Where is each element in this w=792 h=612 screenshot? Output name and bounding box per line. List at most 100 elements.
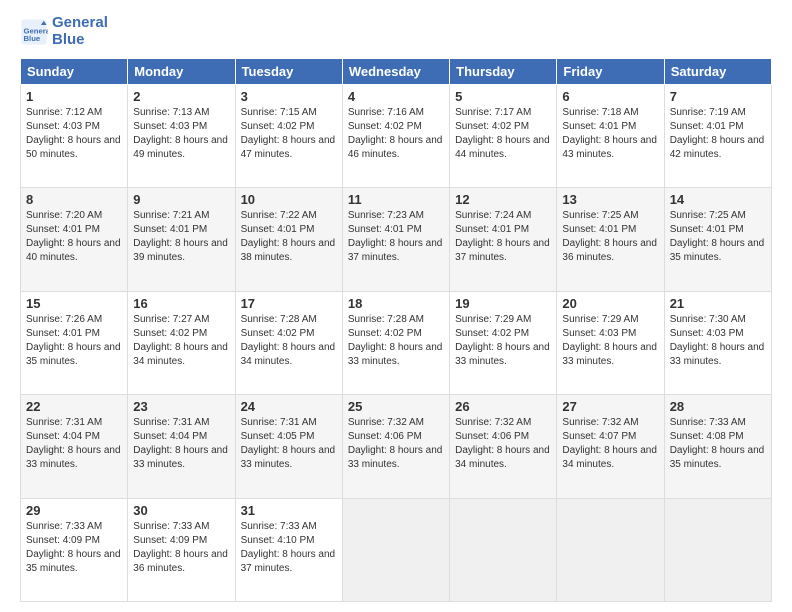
day-info: Sunrise: 7:33 AM Sunset: 4:08 PM Dayligh… xyxy=(670,416,766,472)
day-info: Sunrise: 7:31 AM Sunset: 4:05 PM Dayligh… xyxy=(241,416,337,472)
day-info: Sunrise: 7:24 AM Sunset: 4:01 PM Dayligh… xyxy=(455,209,551,265)
day-info: Sunrise: 7:28 AM Sunset: 4:02 PM Dayligh… xyxy=(241,313,337,369)
day-number: 18 xyxy=(348,296,444,311)
day-info: Sunrise: 7:29 AM Sunset: 4:03 PM Dayligh… xyxy=(562,313,658,369)
day-number: 10 xyxy=(241,192,337,207)
empty-cell xyxy=(664,498,771,601)
day-info: Sunrise: 7:32 AM Sunset: 4:06 PM Dayligh… xyxy=(455,416,551,472)
col-tuesday: Tuesday xyxy=(235,59,342,85)
day-number: 24 xyxy=(241,399,337,414)
col-friday: Friday xyxy=(557,59,664,85)
day-cell-19: 19 Sunrise: 7:29 AM Sunset: 4:02 PM Dayl… xyxy=(450,291,557,394)
day-cell-6: 6 Sunrise: 7:18 AM Sunset: 4:01 PM Dayli… xyxy=(557,85,664,188)
day-number: 11 xyxy=(348,192,444,207)
day-info: Sunrise: 7:32 AM Sunset: 4:06 PM Dayligh… xyxy=(348,416,444,472)
day-cell-1: 1 Sunrise: 7:12 AM Sunset: 4:03 PM Dayli… xyxy=(21,85,128,188)
day-cell-3: 3 Sunrise: 7:15 AM Sunset: 4:02 PM Dayli… xyxy=(235,85,342,188)
day-number: 9 xyxy=(133,192,229,207)
col-sunday: Sunday xyxy=(21,59,128,85)
day-info: Sunrise: 7:33 AM Sunset: 4:09 PM Dayligh… xyxy=(26,520,122,576)
day-number: 1 xyxy=(26,89,122,104)
day-number: 12 xyxy=(455,192,551,207)
day-cell-26: 26 Sunrise: 7:32 AM Sunset: 4:06 PM Dayl… xyxy=(450,395,557,498)
day-cell-4: 4 Sunrise: 7:16 AM Sunset: 4:02 PM Dayli… xyxy=(342,85,449,188)
day-info: Sunrise: 7:27 AM Sunset: 4:02 PM Dayligh… xyxy=(133,313,229,369)
calendar-week-1: 1 Sunrise: 7:12 AM Sunset: 4:03 PM Dayli… xyxy=(21,85,772,188)
day-info: Sunrise: 7:12 AM Sunset: 4:03 PM Dayligh… xyxy=(26,106,122,162)
calendar-week-4: 22 Sunrise: 7:31 AM Sunset: 4:04 PM Dayl… xyxy=(21,395,772,498)
day-number: 4 xyxy=(348,89,444,104)
day-info: Sunrise: 7:20 AM Sunset: 4:01 PM Dayligh… xyxy=(26,209,122,265)
calendar-header-row: Sunday Monday Tuesday Wednesday Thursday… xyxy=(21,59,772,85)
day-number: 15 xyxy=(26,296,122,311)
day-cell-21: 21 Sunrise: 7:30 AM Sunset: 4:03 PM Dayl… xyxy=(664,291,771,394)
day-info: Sunrise: 7:26 AM Sunset: 4:01 PM Dayligh… xyxy=(26,313,122,369)
day-number: 26 xyxy=(455,399,551,414)
day-number: 2 xyxy=(133,89,229,104)
day-cell-7: 7 Sunrise: 7:19 AM Sunset: 4:01 PM Dayli… xyxy=(664,85,771,188)
day-info: Sunrise: 7:31 AM Sunset: 4:04 PM Dayligh… xyxy=(133,416,229,472)
day-info: Sunrise: 7:22 AM Sunset: 4:01 PM Dayligh… xyxy=(241,209,337,265)
day-number: 3 xyxy=(241,89,337,104)
svg-text:Blue: Blue xyxy=(24,34,41,43)
header: General Blue General Blue xyxy=(20,15,772,48)
day-number: 30 xyxy=(133,503,229,518)
empty-cell xyxy=(557,498,664,601)
day-cell-20: 20 Sunrise: 7:29 AM Sunset: 4:03 PM Dayl… xyxy=(557,291,664,394)
day-number: 5 xyxy=(455,89,551,104)
day-cell-8: 8 Sunrise: 7:20 AM Sunset: 4:01 PM Dayli… xyxy=(21,188,128,291)
day-number: 23 xyxy=(133,399,229,414)
day-number: 14 xyxy=(670,192,766,207)
day-cell-23: 23 Sunrise: 7:31 AM Sunset: 4:04 PM Dayl… xyxy=(128,395,235,498)
calendar-week-2: 8 Sunrise: 7:20 AM Sunset: 4:01 PM Dayli… xyxy=(21,188,772,291)
day-number: 19 xyxy=(455,296,551,311)
day-number: 7 xyxy=(670,89,766,104)
day-cell-30: 30 Sunrise: 7:33 AM Sunset: 4:09 PM Dayl… xyxy=(128,498,235,601)
day-info: Sunrise: 7:21 AM Sunset: 4:01 PM Dayligh… xyxy=(133,209,229,265)
day-cell-15: 15 Sunrise: 7:26 AM Sunset: 4:01 PM Dayl… xyxy=(21,291,128,394)
day-cell-11: 11 Sunrise: 7:23 AM Sunset: 4:01 PM Dayl… xyxy=(342,188,449,291)
day-info: Sunrise: 7:28 AM Sunset: 4:02 PM Dayligh… xyxy=(348,313,444,369)
day-number: 21 xyxy=(670,296,766,311)
day-cell-24: 24 Sunrise: 7:31 AM Sunset: 4:05 PM Dayl… xyxy=(235,395,342,498)
day-info: Sunrise: 7:25 AM Sunset: 4:01 PM Dayligh… xyxy=(562,209,658,265)
day-number: 6 xyxy=(562,89,658,104)
day-number: 25 xyxy=(348,399,444,414)
day-info: Sunrise: 7:31 AM Sunset: 4:04 PM Dayligh… xyxy=(26,416,122,472)
day-cell-28: 28 Sunrise: 7:33 AM Sunset: 4:08 PM Dayl… xyxy=(664,395,771,498)
day-cell-9: 9 Sunrise: 7:21 AM Sunset: 4:01 PM Dayli… xyxy=(128,188,235,291)
day-info: Sunrise: 7:33 AM Sunset: 4:10 PM Dayligh… xyxy=(241,520,337,576)
day-info: Sunrise: 7:30 AM Sunset: 4:03 PM Dayligh… xyxy=(670,313,766,369)
day-info: Sunrise: 7:33 AM Sunset: 4:09 PM Dayligh… xyxy=(133,520,229,576)
day-cell-12: 12 Sunrise: 7:24 AM Sunset: 4:01 PM Dayl… xyxy=(450,188,557,291)
day-number: 27 xyxy=(562,399,658,414)
day-info: Sunrise: 7:18 AM Sunset: 4:01 PM Dayligh… xyxy=(562,106,658,162)
page: General Blue General Blue Sunday Monday … xyxy=(0,0,792,612)
day-number: 8 xyxy=(26,192,122,207)
day-number: 13 xyxy=(562,192,658,207)
day-number: 17 xyxy=(241,296,337,311)
day-info: Sunrise: 7:23 AM Sunset: 4:01 PM Dayligh… xyxy=(348,209,444,265)
day-cell-22: 22 Sunrise: 7:31 AM Sunset: 4:04 PM Dayl… xyxy=(21,395,128,498)
calendar-week-3: 15 Sunrise: 7:26 AM Sunset: 4:01 PM Dayl… xyxy=(21,291,772,394)
empty-cell xyxy=(450,498,557,601)
col-wednesday: Wednesday xyxy=(342,59,449,85)
calendar-week-5: 29 Sunrise: 7:33 AM Sunset: 4:09 PM Dayl… xyxy=(21,498,772,601)
logo-icon: General Blue xyxy=(20,18,48,46)
day-cell-17: 17 Sunrise: 7:28 AM Sunset: 4:02 PM Dayl… xyxy=(235,291,342,394)
col-saturday: Saturday xyxy=(664,59,771,85)
day-info: Sunrise: 7:13 AM Sunset: 4:03 PM Dayligh… xyxy=(133,106,229,162)
day-cell-27: 27 Sunrise: 7:32 AM Sunset: 4:07 PM Dayl… xyxy=(557,395,664,498)
day-cell-10: 10 Sunrise: 7:22 AM Sunset: 4:01 PM Dayl… xyxy=(235,188,342,291)
day-number: 29 xyxy=(26,503,122,518)
day-cell-2: 2 Sunrise: 7:13 AM Sunset: 4:03 PM Dayli… xyxy=(128,85,235,188)
day-number: 20 xyxy=(562,296,658,311)
day-number: 16 xyxy=(133,296,229,311)
day-cell-25: 25 Sunrise: 7:32 AM Sunset: 4:06 PM Dayl… xyxy=(342,395,449,498)
logo-text-blue: Blue xyxy=(52,32,108,49)
day-number: 22 xyxy=(26,399,122,414)
day-info: Sunrise: 7:15 AM Sunset: 4:02 PM Dayligh… xyxy=(241,106,337,162)
day-number: 28 xyxy=(670,399,766,414)
logo-text-general: General xyxy=(52,15,108,32)
logo: General Blue General Blue xyxy=(20,15,108,48)
